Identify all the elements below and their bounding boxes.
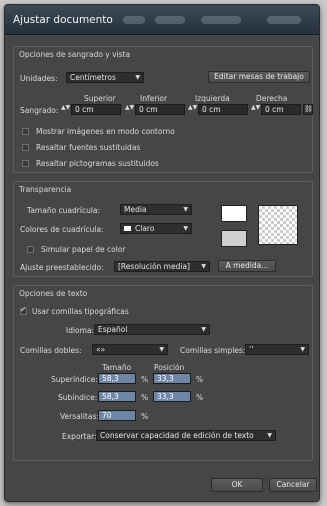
double-quotes-label: Comillas dobles: [20, 346, 82, 355]
bottom-label: Inferior [140, 94, 168, 103]
group-title: Opciones de texto [19, 289, 88, 298]
cancel-button[interactable]: Cancelar [269, 478, 317, 492]
transparency-grid-preview [258, 205, 298, 245]
chevron-down-icon: ▼ [159, 346, 164, 353]
single-quotes-label: Comillas simples: [180, 346, 246, 355]
dialog-body: Opciones de sangrado y vista Unidades: C… [5, 36, 319, 501]
bleed-view-group: Opciones de sangrado y vista Unidades: C… [13, 46, 313, 173]
size-column-label: Tamaño [102, 363, 132, 372]
units-dropdown[interactable]: Centímetros ▼ [66, 72, 144, 83]
bleed-bottom-field[interactable]: 0 cm [135, 104, 185, 115]
grid-colors-dropdown[interactable]: Claro ▼ [120, 223, 192, 234]
export-value: Conservar capacidad de edición de texto [100, 431, 254, 440]
percent-sign: % [141, 393, 149, 402]
superscript-position-field[interactable]: 33,3 [153, 373, 191, 384]
stepper-icon[interactable]: ▲▼ [188, 104, 197, 111]
subscript-label: Subíndice: [58, 393, 98, 402]
chevron-down-icon: ▼ [267, 432, 272, 439]
percent-sign: % [141, 375, 149, 384]
dialog-title: Ajustar documento [13, 14, 113, 26]
single-quotes-value: ‘’ [249, 345, 254, 354]
outline-images-checkbox[interactable] [22, 128, 29, 135]
typographic-quotes-label: Usar comillas tipográficas [32, 307, 129, 316]
superscript-label: Superíndice: [51, 375, 98, 384]
export-label: Exportar: [62, 432, 97, 441]
highlight-fonts-label: Resaltar fuentes sustituidas [36, 143, 141, 152]
preset-value: [Resolución media] [118, 262, 190, 271]
export-dropdown[interactable]: Conservar capacidad de edición de texto … [96, 430, 276, 441]
grid-colors-label: Colores de cuadrícula: [20, 225, 104, 234]
percent-sign: % [196, 393, 204, 402]
ok-button[interactable]: OK [211, 478, 263, 492]
chevron-down-icon: ▼ [201, 263, 206, 270]
right-label: Derecha [256, 94, 288, 103]
chevron-down-icon: ▼ [135, 74, 140, 81]
bleed-label: Sangrado: [20, 106, 59, 115]
chevron-down-icon: ▼ [183, 225, 188, 232]
subscript-position-field[interactable]: 33,3 [153, 391, 191, 402]
position-column-label: Posición [154, 363, 185, 372]
preset-dropdown[interactable]: [Resolución media] ▼ [114, 261, 210, 272]
group-title: Opciones de sangrado y vista [19, 50, 131, 59]
titlebar-blur-decoration [155, 16, 185, 24]
stepper-icon[interactable]: ▲▼ [61, 104, 70, 111]
double-quotes-value: «» [96, 345, 106, 354]
grid-size-dropdown[interactable]: Media ▼ [120, 204, 192, 215]
bleed-left-field[interactable]: 0 cm [198, 104, 248, 115]
stepper-icon[interactable]: ▲▼ [125, 104, 134, 111]
top-label: Superior [84, 94, 116, 103]
simulate-paper-checkbox[interactable] [27, 246, 34, 253]
simulate-paper-label: Simular papel de color [41, 245, 126, 254]
language-value: Español [98, 325, 128, 334]
superscript-size-field[interactable]: 58,3 [98, 373, 136, 384]
titlebar-blur-decoration [201, 16, 241, 24]
units-value: Centímetros [70, 73, 116, 82]
smallcaps-field[interactable]: 70 [98, 410, 136, 421]
chevron-down-icon: ▼ [300, 346, 305, 353]
titlebar-blur-decoration [267, 16, 301, 24]
units-label: Unidades: [20, 74, 58, 83]
document-setup-dialog: Ajustar documento Opciones de sangrado y… [4, 4, 320, 502]
smallcaps-label: Versalitas: [60, 412, 99, 421]
percent-sign: % [141, 412, 149, 421]
grid-color-swatch-dark[interactable] [221, 230, 247, 247]
stepper-icon[interactable]: ▲▼ [251, 104, 260, 111]
chain-link-icon[interactable]: ⛓ [303, 104, 313, 115]
language-label: Idioma: [66, 326, 95, 335]
custom-button[interactable]: A medida... [218, 260, 276, 272]
titlebar-blur-decoration [123, 16, 145, 24]
grid-color-swatch-light[interactable] [221, 205, 247, 222]
double-quotes-dropdown[interactable]: «» ▼ [92, 344, 168, 355]
transparency-group: Transparencia Tamaño cuadrícula: Media ▼… [13, 181, 313, 277]
bleed-top-field[interactable]: 0 cm [71, 104, 121, 115]
preset-label: Ajuste preestablecido: [20, 263, 104, 272]
single-quotes-dropdown[interactable]: ‘’ ▼ [245, 344, 309, 355]
subscript-size-field[interactable]: 58,3 [98, 391, 136, 402]
chevron-down-icon: ▼ [201, 326, 206, 333]
language-dropdown[interactable]: Español ▼ [94, 324, 210, 335]
outline-images-label: Mostrar imágenes en modo contorno [36, 127, 175, 136]
left-label: Izquierda [195, 94, 230, 103]
typographic-quotes-checkbox[interactable] [20, 305, 27, 315]
color-swatch [124, 226, 131, 231]
edit-artboards-button[interactable]: Editar mesas de trabajo [208, 71, 310, 83]
grid-size-value: Media [124, 205, 147, 214]
group-title: Transparencia [19, 185, 72, 194]
highlight-glyphs-checkbox[interactable] [22, 160, 29, 167]
grid-size-label: Tamaño cuadrícula: [27, 206, 101, 215]
highlight-glyphs-label: Resaltar pictogramas sustituidos [36, 159, 159, 168]
title-bar[interactable]: Ajustar documento [5, 5, 319, 35]
percent-sign: % [196, 375, 204, 384]
highlight-fonts-checkbox[interactable] [22, 144, 29, 151]
grid-colors-value: Claro [135, 224, 155, 233]
text-options-group: Opciones de texto Usar comillas tipográf… [13, 285, 313, 461]
chevron-down-icon: ▼ [183, 206, 188, 213]
bleed-right-field[interactable]: 0 cm [261, 104, 301, 115]
